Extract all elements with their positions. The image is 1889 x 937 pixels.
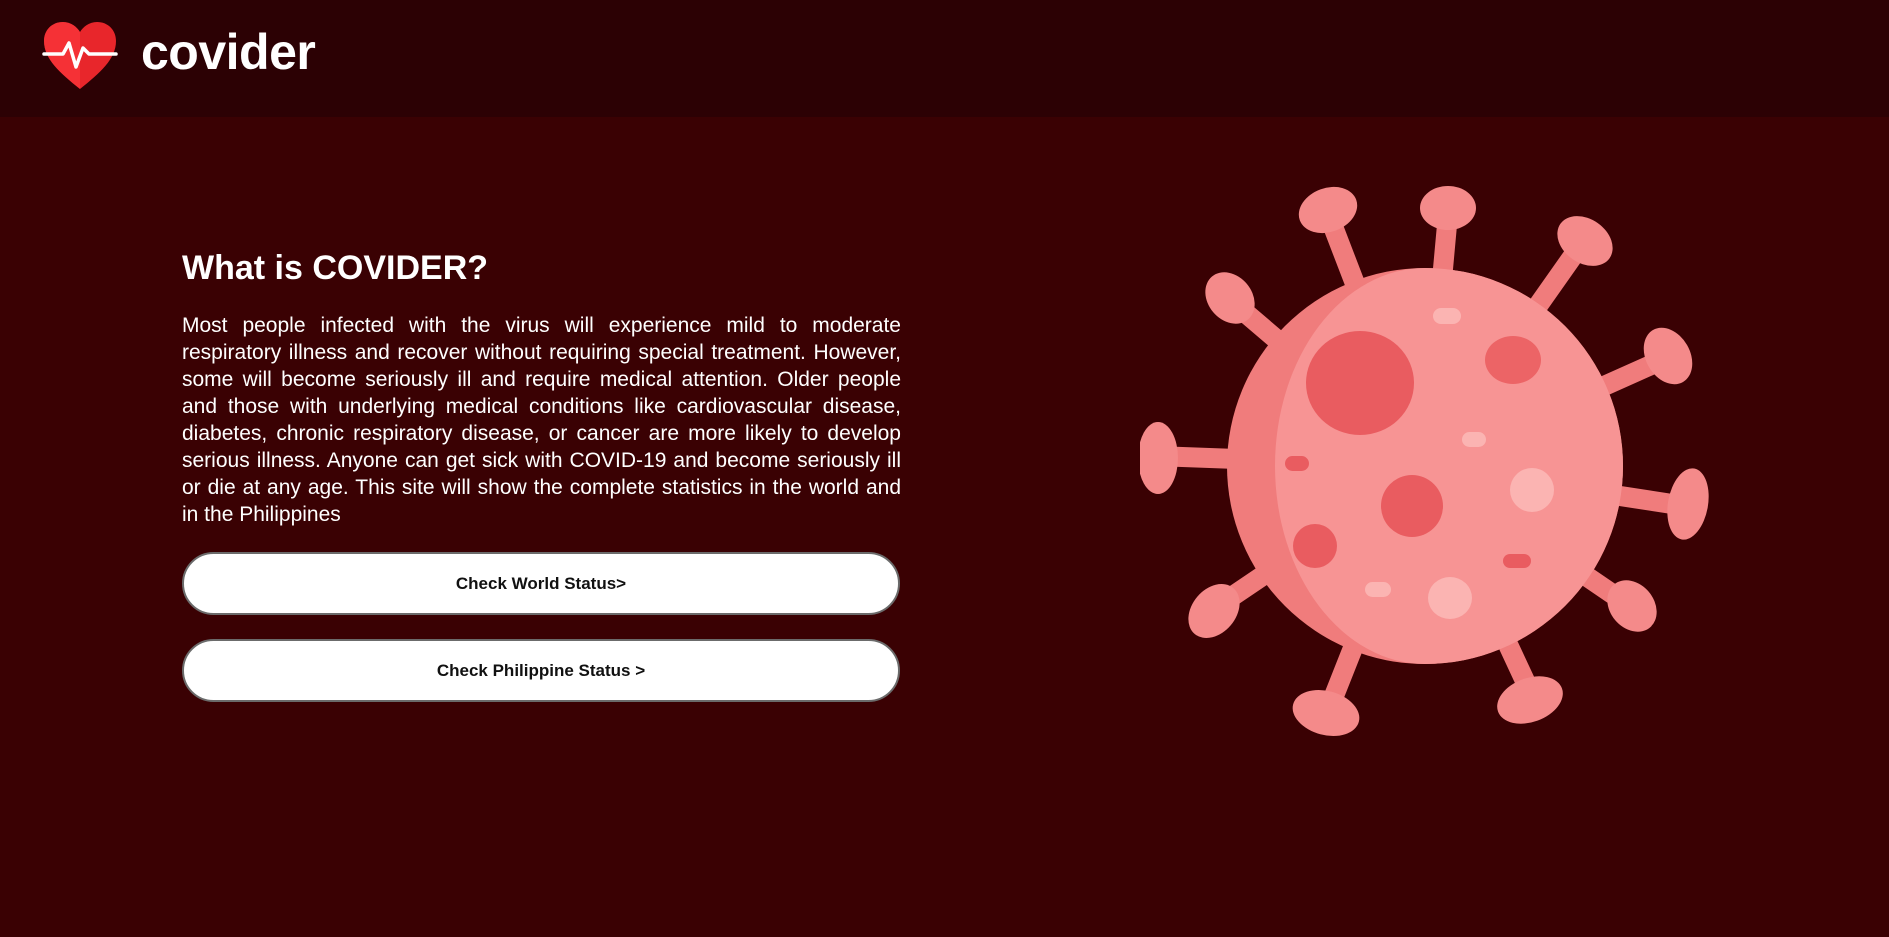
brand-name[interactable]: covider [141,20,316,84]
check-philippine-status-button[interactable]: Check Philippine Status > [182,639,900,702]
check-world-status-button[interactable]: Check World Status> [182,552,900,615]
virus-icon [1140,186,1709,737]
heart-pulse-icon[interactable] [42,21,118,91]
page-title: What is COVIDER? [182,249,489,287]
top-nav-bar: covider [0,0,1889,117]
intro-paragraph: Most people infected with the virus will… [182,314,901,526]
